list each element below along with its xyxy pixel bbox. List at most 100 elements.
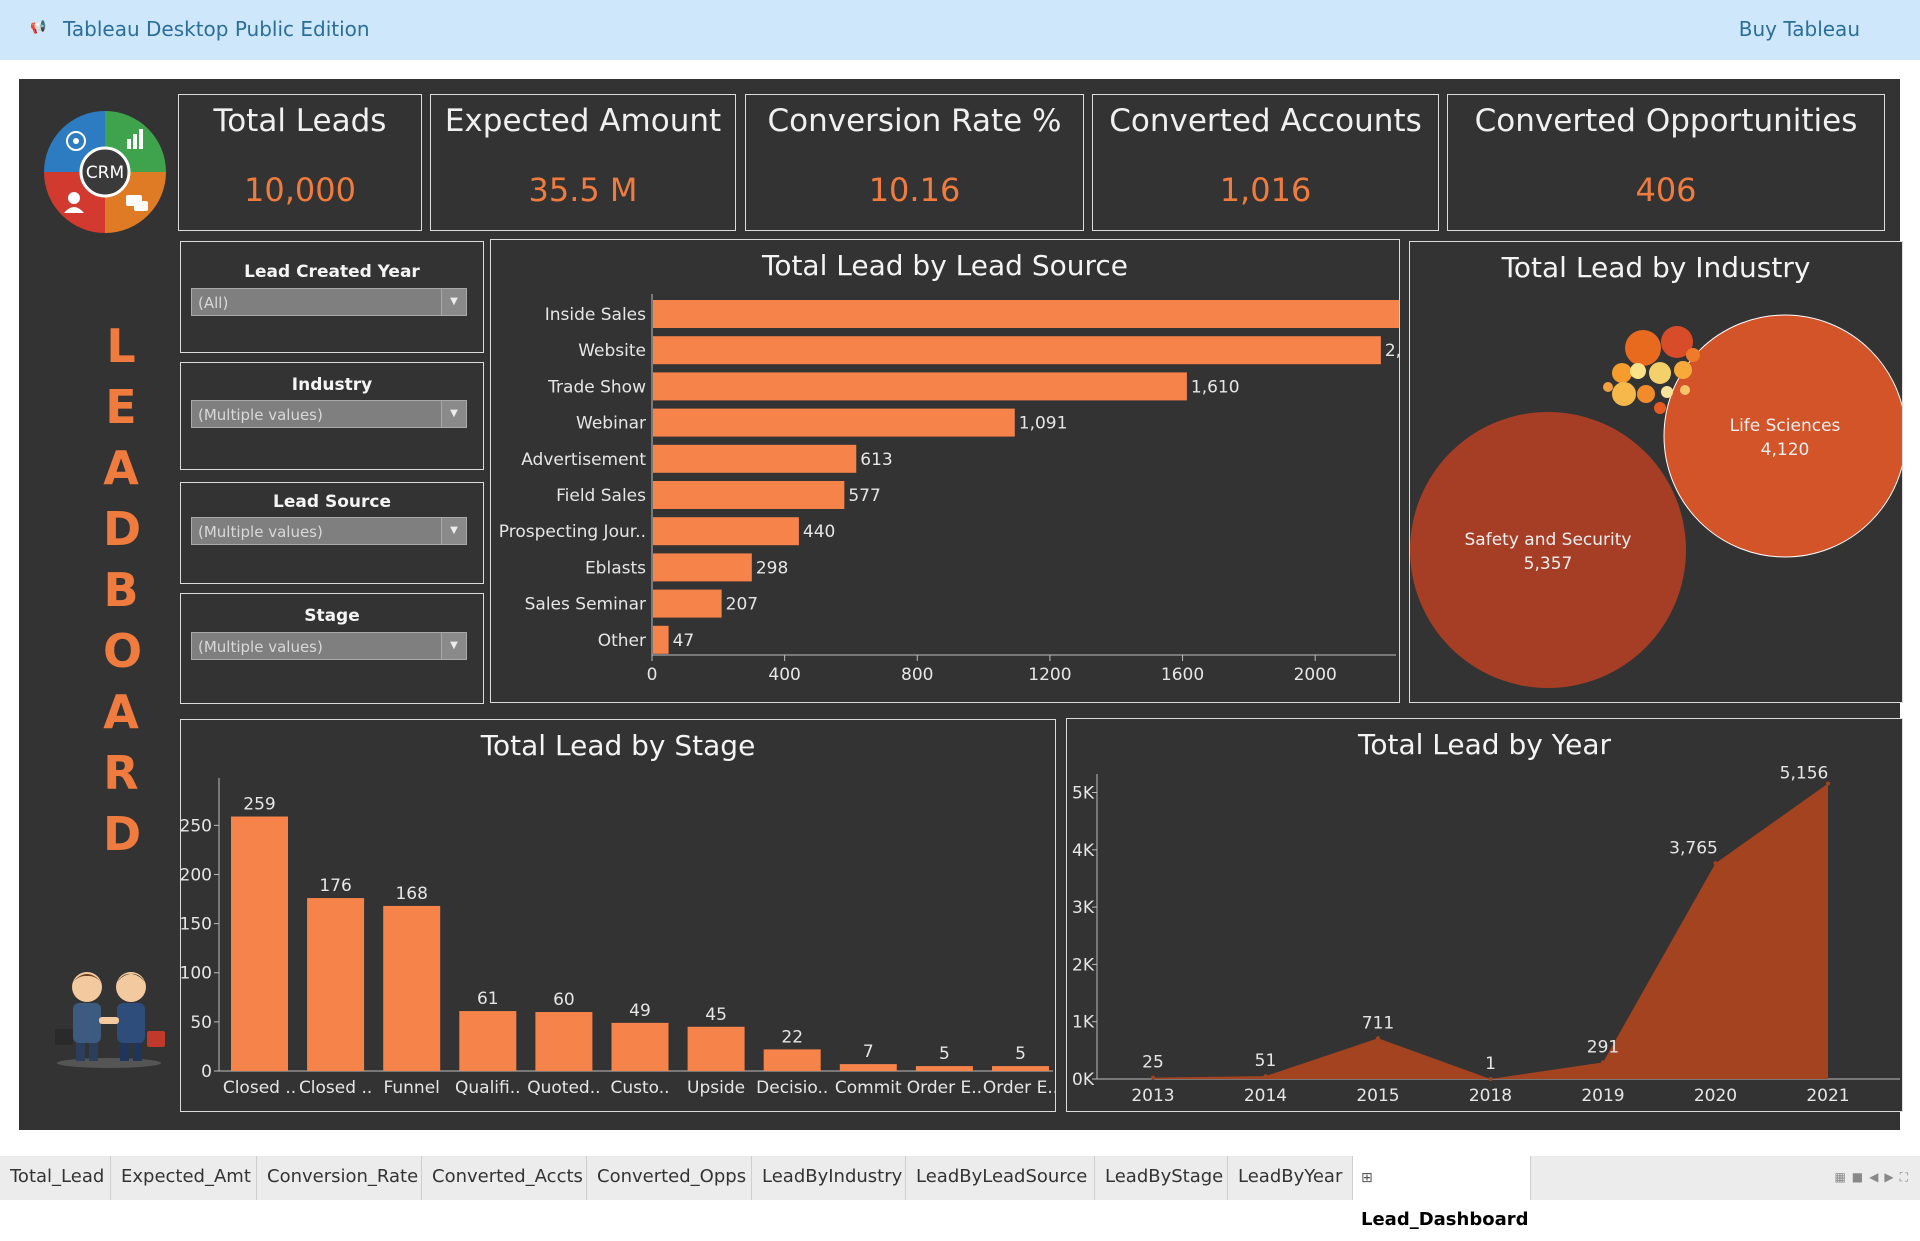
kpi-conversion-rate: Conversion Rate % 10.16 xyxy=(745,94,1084,231)
crm-logo-label: CRM xyxy=(86,163,124,183)
kpi-value: 10.16 xyxy=(868,171,961,209)
lead-source-chart: Total Lead by Lead Source Inside Sales2,… xyxy=(490,239,1400,703)
category-label: Closed .. xyxy=(223,1078,296,1098)
bubble-small[interactable] xyxy=(1625,330,1661,366)
bar[interactable] xyxy=(307,898,365,1071)
x-tick-label: 2014 xyxy=(1244,1086,1287,1106)
tab-converted-accts[interactable]: Converted_Accts xyxy=(422,1156,587,1200)
bar[interactable] xyxy=(687,1026,745,1071)
bar[interactable] xyxy=(611,1022,669,1071)
bubble-life-sciences[interactable] xyxy=(1663,314,1902,558)
data-label: 298 xyxy=(756,558,788,578)
bar[interactable] xyxy=(459,1011,517,1071)
bubble-label-value: 4,120 xyxy=(1761,440,1810,460)
bar[interactable] xyxy=(763,1049,821,1071)
tab-total-lead[interactable]: Total_Lead xyxy=(0,1156,111,1200)
kpi-value: 1,016 xyxy=(1219,171,1312,209)
bubble-small[interactable] xyxy=(1661,386,1673,398)
kpi-title: Converted Accounts xyxy=(1109,103,1422,139)
bar[interactable] xyxy=(231,816,288,1071)
lead-source-bar-chart: Inside Sales2,786Website2,195Trade Show1… xyxy=(499,294,1399,685)
chevron-down-icon[interactable]: ▼ xyxy=(441,289,466,315)
bar[interactable] xyxy=(653,372,1187,401)
data-label: 577 xyxy=(848,486,880,506)
bubble-small[interactable] xyxy=(1637,385,1655,403)
tab-lead-by-year[interactable]: LeadByYear xyxy=(1228,1156,1353,1200)
bubble-small[interactable] xyxy=(1612,363,1632,383)
lead-created-year-dropdown[interactable]: (All) ▼ xyxy=(191,288,467,316)
tab-lead-dashboard[interactable]: ⊞ Lead_Dashboard xyxy=(1353,1156,1531,1230)
industry-dropdown[interactable]: (Multiple values) ▼ xyxy=(191,400,467,428)
kpi-total-leads: Total Leads 10,000 xyxy=(178,94,422,231)
bubble-small[interactable] xyxy=(1612,382,1636,406)
single-view-icon[interactable]: ■ xyxy=(1852,1170,1869,1184)
y-tick-label: 0K xyxy=(1072,1070,1095,1090)
chevron-down-icon[interactable]: ▼ xyxy=(441,401,466,427)
area-series[interactable] xyxy=(1153,783,1828,1079)
dropdown-value: (Multiple values) xyxy=(198,406,323,424)
lead-source-dropdown[interactable]: (Multiple values) ▼ xyxy=(191,517,467,545)
tab-lead-by-lead-source[interactable]: LeadByLeadSource xyxy=(906,1156,1095,1200)
bar[interactable] xyxy=(653,444,857,473)
tab-lead-by-industry[interactable]: LeadByIndustry xyxy=(752,1156,906,1200)
bubble-small[interactable] xyxy=(1649,362,1671,384)
category-label: Custo.. xyxy=(610,1078,669,1098)
year-area-chart: 0K 1K 2K 3K 4K 5K 25 2013 51 2014 711 2015 1 2018 291 2… xyxy=(1072,764,1900,1106)
filter-title: Lead Created Year xyxy=(244,262,420,282)
data-label: 291 xyxy=(1587,1037,1619,1057)
bubble-safety-and-security[interactable] xyxy=(1410,412,1686,688)
category-label: Webinar xyxy=(576,414,646,434)
bar[interactable] xyxy=(653,589,722,618)
filter-industry: Industry (Multiple values) ▼ xyxy=(180,362,484,470)
bar[interactable] xyxy=(992,1066,1049,1071)
bubble-small[interactable] xyxy=(1680,385,1690,395)
x-tick-label: 2021 xyxy=(1806,1086,1849,1106)
dropdown-value: (Multiple values) xyxy=(198,523,323,541)
bubble-small[interactable] xyxy=(1603,382,1613,392)
kpi-title: Converted Opportunities xyxy=(1474,103,1858,139)
dashboard-icon: ⊞ xyxy=(1361,1170,1373,1186)
bar[interactable] xyxy=(653,481,845,509)
bubble-small[interactable] xyxy=(1674,361,1692,379)
next-icon[interactable]: ▶ xyxy=(1884,1170,1899,1184)
y-tick-label: 5K xyxy=(1072,784,1095,804)
stage-dropdown[interactable]: (Multiple values) ▼ xyxy=(191,632,467,660)
bubble-small[interactable] xyxy=(1686,348,1700,362)
tab-lead-by-stage[interactable]: LeadByStage xyxy=(1095,1156,1228,1200)
bar[interactable] xyxy=(653,408,1015,437)
data-point[interactable] xyxy=(1151,1075,1155,1080)
data-point[interactable] xyxy=(1713,861,1718,866)
fullscreen-icon[interactable]: ⛶ xyxy=(1900,1170,1914,1184)
chevron-down-icon[interactable]: ▼ xyxy=(441,518,466,544)
bubble-small[interactable] xyxy=(1630,363,1646,379)
data-point[interactable] xyxy=(1488,1076,1493,1081)
data-label: 613 xyxy=(860,450,892,470)
data-point[interactable] xyxy=(1601,1060,1605,1065)
category-label: Qualifi.. xyxy=(455,1078,521,1098)
title-letter: O xyxy=(103,624,143,678)
bar[interactable] xyxy=(915,1066,973,1071)
y-tick-label: 150 xyxy=(181,915,212,935)
bar[interactable] xyxy=(653,553,752,582)
bubble-label-name: Safety and Security xyxy=(1465,530,1632,550)
data-label: 7 xyxy=(863,1042,874,1062)
y-tick-label: 0 xyxy=(201,1062,212,1082)
tab-conversion-rate[interactable]: Conversion_Rate xyxy=(257,1156,422,1200)
bar[interactable] xyxy=(535,1012,593,1071)
grid-view-icon[interactable]: ▦ xyxy=(1834,1170,1851,1184)
bar[interactable] xyxy=(653,517,799,546)
bar[interactable] xyxy=(653,336,1381,365)
prev-icon[interactable]: ◀ xyxy=(1869,1170,1884,1184)
data-point[interactable] xyxy=(1263,1074,1268,1079)
bubble-small[interactable] xyxy=(1654,402,1666,414)
buy-tableau-link[interactable]: Buy Tableau xyxy=(1739,17,1860,41)
y-tick-label: 100 xyxy=(181,964,212,984)
tab-expected-amt[interactable]: Expected_Amt xyxy=(111,1156,257,1200)
bar[interactable] xyxy=(653,625,669,654)
bar[interactable] xyxy=(383,905,441,1071)
bar[interactable] xyxy=(653,300,1399,328)
tab-converted-opps[interactable]: Converted_Opps xyxy=(587,1156,752,1200)
bar[interactable] xyxy=(839,1064,897,1071)
chevron-down-icon[interactable]: ▼ xyxy=(441,633,466,659)
data-point[interactable] xyxy=(1376,1036,1380,1041)
